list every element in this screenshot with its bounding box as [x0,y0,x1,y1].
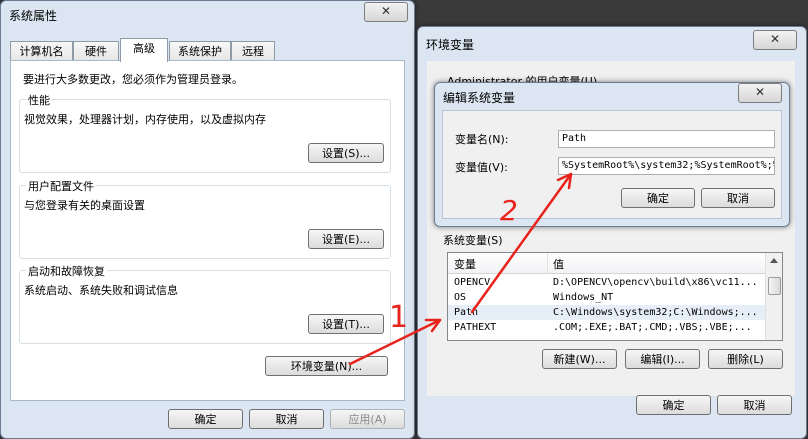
system-vars-label: 系统变量(S) [443,234,503,247]
title-bar[interactable]: 环境变量 ✕ [418,27,806,55]
column-value[interactable]: 值 [553,256,564,272]
cancel-button[interactable]: 取消 [717,395,792,415]
performance-settings-button[interactable]: 设置(S)... [308,143,384,163]
system-properties-window: 系统属性 ✕ 计算机名 硬件 高级 系统保护 远程 要进行大多数更改，您必须作为… [0,0,415,439]
dialog-body: 变量名(N): Path 变量值(V): %SystemRoot%\system… [442,110,782,219]
window-title: 系统属性 [9,9,58,23]
row-name: PATHEXT [454,322,497,333]
row-name: Path [454,307,479,318]
row-value: C:\Windows\system32;C:\Windows;... [553,307,758,318]
apply-button[interactable]: 应用(A) [330,409,405,429]
scroll-thumb[interactable] [768,277,781,295]
performance-group: 性能 视觉效果，处理器计划，内存使用，以及虚拟内存 设置(S)... [19,92,391,173]
close-button[interactable]: ✕ [738,83,782,103]
row-value: .COM;.EXE;.BAT;.CMD;.VBS;.VBE;... [553,322,752,333]
title-bar[interactable]: 编辑系统变量 ✕ [435,83,789,111]
startup-recovery-settings-button[interactable]: 设置(T)... [308,314,384,334]
tab-hardware[interactable]: 硬件 [73,41,119,61]
admin-note: 要进行大多数更改，您必须作为管理员登录。 [23,73,243,86]
list-header: 变量 值 [448,253,766,274]
column-variable[interactable]: 变量 [454,256,476,272]
ok-button[interactable]: 确定 [621,188,695,208]
user-profiles-group: 用户配置文件 与您登录有关的桌面设置 设置(E)... [19,178,391,259]
edit-system-variable-dialog: 编辑系统变量 ✕ 变量名(N): Path 变量值(V): %SystemRoo… [434,82,790,227]
step-2-marker: 2 [500,194,518,227]
tab-advanced[interactable]: 高级 [120,38,168,62]
variable-value-input[interactable]: %SystemRoot%\system32;%SystemRoot%;%Syst… [558,157,775,175]
row-value: D:\OPENCV\opencv\build\x86\vc11... [553,277,758,288]
vertical-scrollbar[interactable] [765,253,782,340]
delete-variable-button[interactable]: 删除(L) [708,349,783,369]
row-name: OPENCV [454,277,491,288]
row-value: Windows_NT [553,292,614,303]
close-button[interactable]: ✕ [753,30,797,50]
table-row[interactable]: OPENCV D:\OPENCV\opencv\build\x86\vc11..… [448,275,766,290]
step-1-marker: 1 [389,300,409,335]
variable-name-label: 变量名(N): [455,133,509,146]
cancel-button[interactable]: 取消 [701,188,775,208]
tab-computer-name[interactable]: 计算机名 [10,41,73,61]
new-variable-button[interactable]: 新建(W)... [542,349,617,369]
column-divider [547,253,548,273]
table-row[interactable]: PATHEXT .COM;.EXE;.BAT;.CMD;.VBS;.VBE;..… [448,320,766,335]
variable-value-label: 变量值(V): [455,161,508,174]
tab-system-protection[interactable]: 系统保护 [169,41,231,61]
startup-recovery-desc: 系统启动、系统失败和调试信息 [24,284,178,297]
dialog-title: 编辑系统变量 [443,91,516,105]
tab-panel: 要进行大多数更改，您必须作为管理员登录。 性能 视觉效果，处理器计划，内存使用，… [10,60,405,401]
user-profiles-desc: 与您登录有关的桌面设置 [24,199,145,212]
performance-label: 性能 [26,92,52,108]
row-name: OS [454,292,467,303]
tab-remote[interactable]: 远程 [231,41,275,61]
title-bar[interactable]: 系统属性 ✕ [1,1,414,29]
environment-variables-button[interactable]: 环境变量(N)... [265,356,388,376]
table-row-selected[interactable]: Path C:\Windows\system32;C:\Windows;... [448,305,766,320]
tab-strip: 计算机名 硬件 高级 系统保护 远程 [10,38,310,62]
user-profiles-settings-button[interactable]: 设置(E)... [308,229,384,249]
system-variables-list[interactable]: 变量 值 OPENCV D:\OPENCV\opencv\build\x86\v… [447,252,783,341]
window-title: 环境变量 [426,38,475,52]
performance-desc: 视觉效果，处理器计划，内存使用，以及虚拟内存 [24,113,266,126]
ok-button[interactable]: 确定 [168,409,243,429]
startup-recovery-group: 启动和故障恢复 系统启动、系统失败和调试信息 设置(T)... [19,263,391,344]
user-profiles-label: 用户配置文件 [26,178,96,194]
ok-button[interactable]: 确定 [636,395,711,415]
close-button[interactable]: ✕ [364,2,408,22]
cancel-button[interactable]: 取消 [249,409,324,429]
variable-name-input[interactable]: Path [558,130,775,148]
startup-recovery-label: 启动和故障恢复 [26,263,107,279]
table-row[interactable]: OS Windows_NT [448,290,766,305]
scroll-up-icon[interactable] [770,258,778,263]
edit-variable-button[interactable]: 编辑(I)... [625,349,700,369]
